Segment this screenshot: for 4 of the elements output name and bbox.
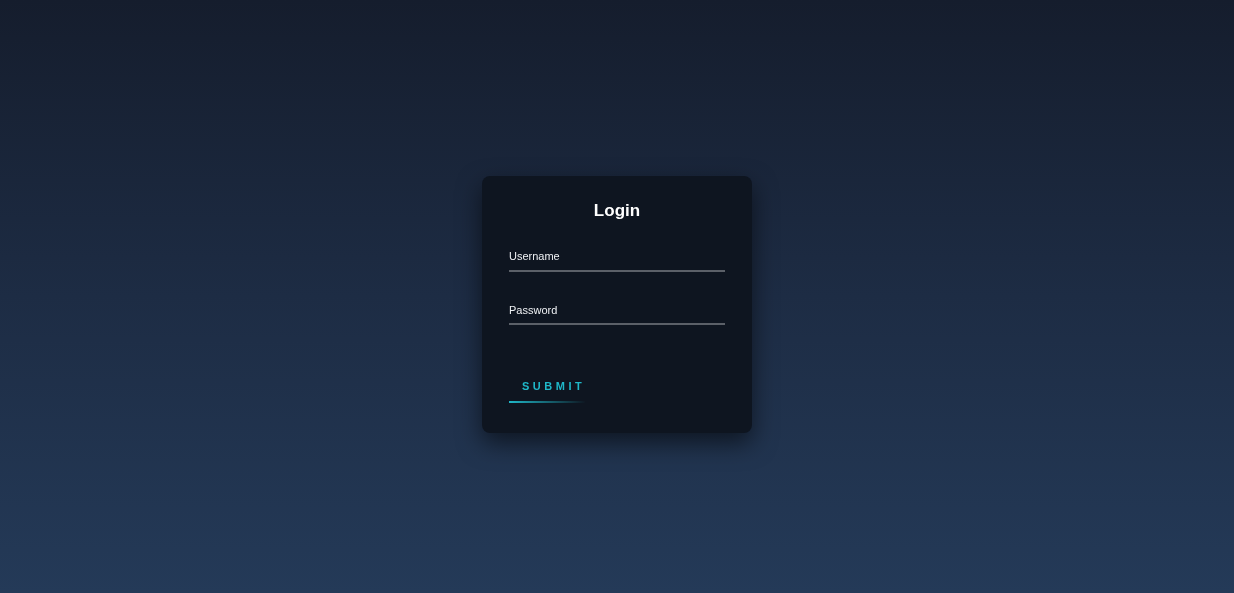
submit-button[interactable]: SUBMIT [509,378,586,403]
input-field[interactable]: Username [509,248,725,272]
login-title: Login [592,201,642,222]
input-field[interactable]: Password [509,301,725,326]
